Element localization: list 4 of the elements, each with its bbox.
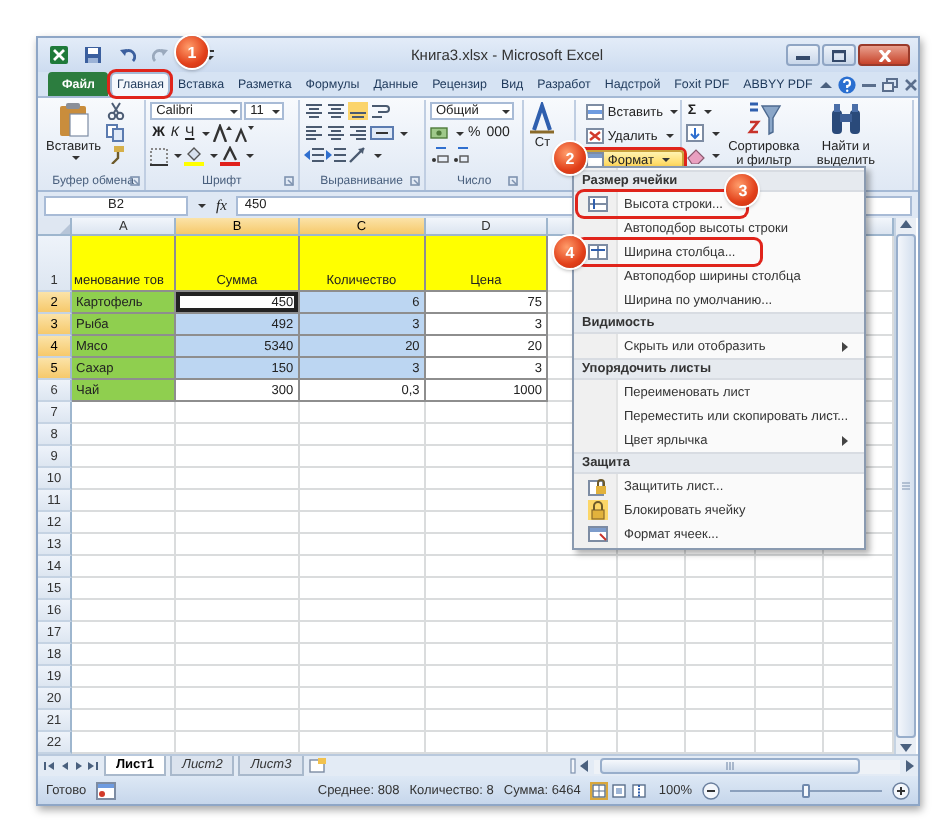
callout-badge: 1 <box>176 36 209 68</box>
callout-badge: 2 <box>553 142 586 174</box>
callout-badge: 3 <box>726 174 759 206</box>
callout-badge: 4 <box>554 236 586 268</box>
